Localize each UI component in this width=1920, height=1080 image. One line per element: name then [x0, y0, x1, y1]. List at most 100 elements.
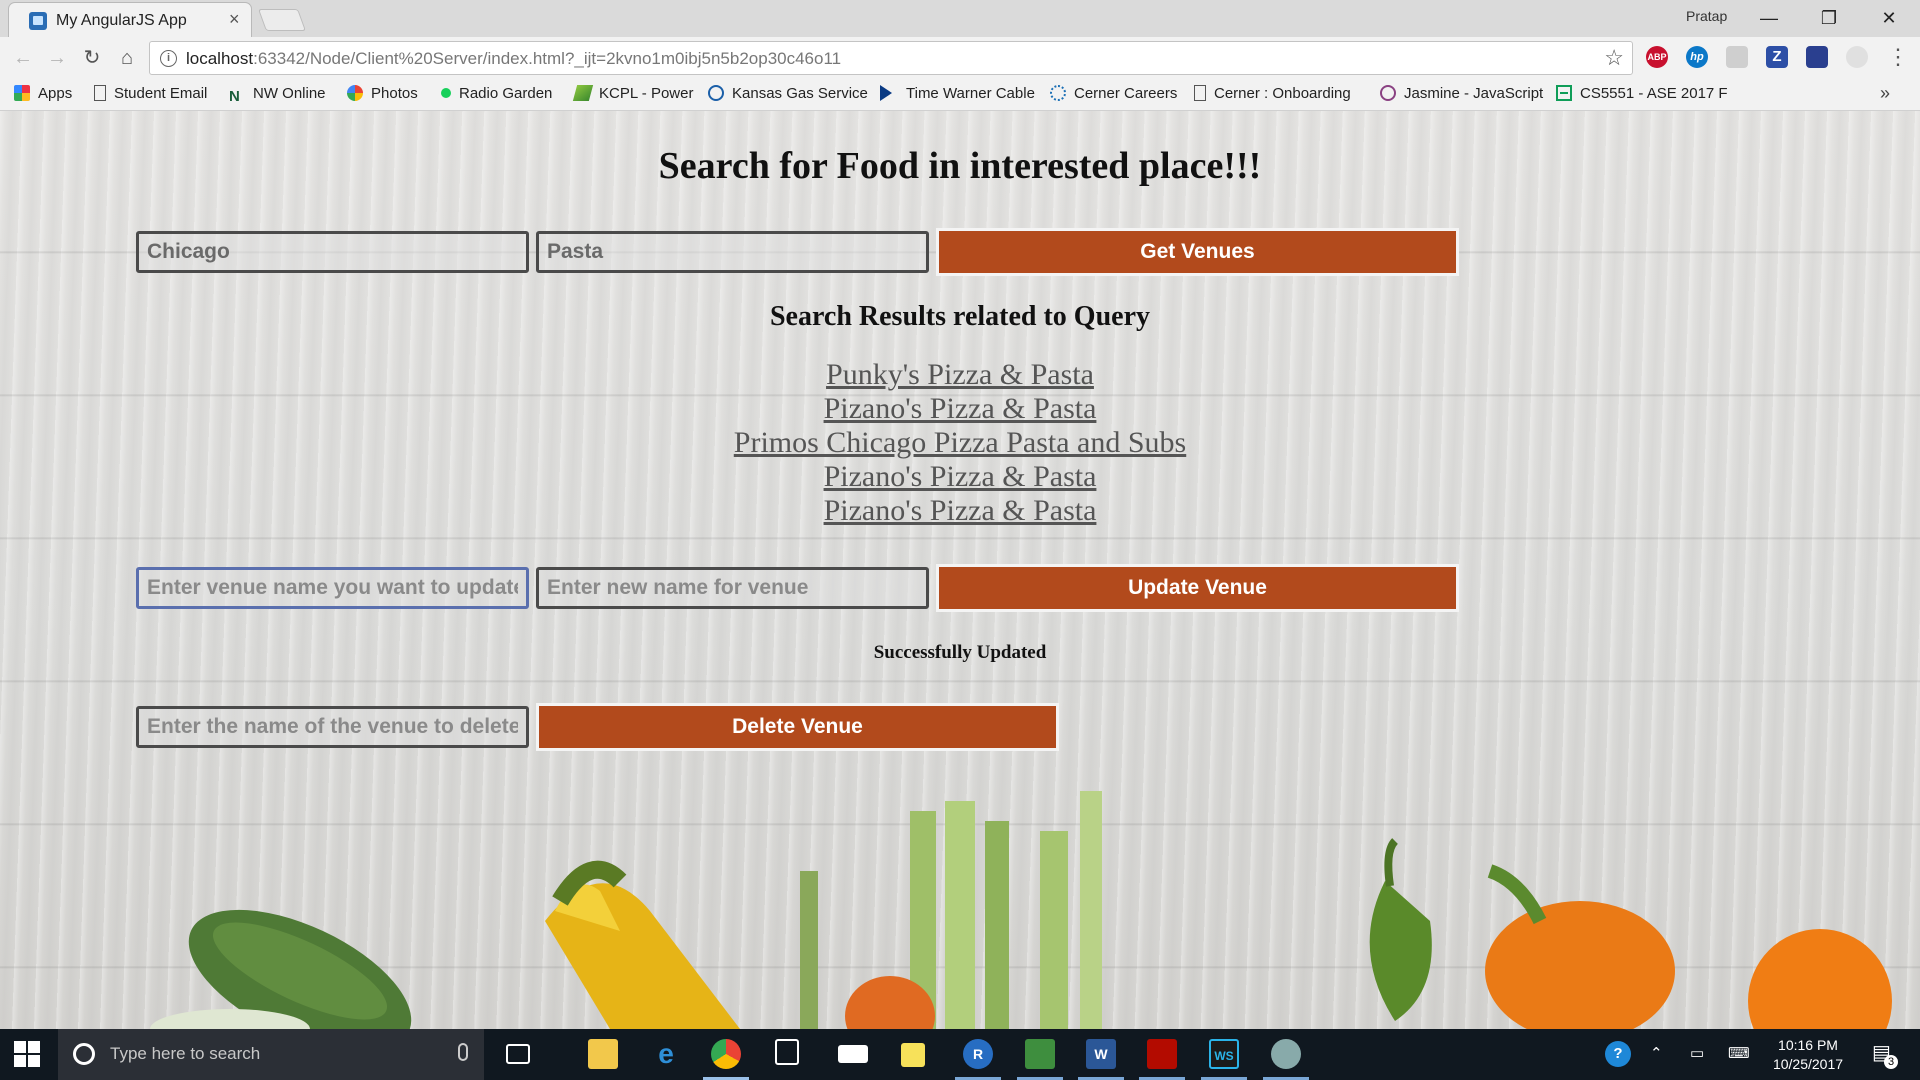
- restore-button[interactable]: ❐: [1806, 4, 1852, 32]
- minimize-button[interactable]: —: [1746, 4, 1792, 32]
- address-bar[interactable]: i localhost:63342/Node/Client%20Server/i…: [149, 41, 1633, 75]
- file-explorer-icon[interactable]: [588, 1039, 618, 1069]
- browser-tab[interactable]: My AngularJS App ×: [8, 2, 252, 37]
- results-list: Punky's Pizza & Pasta Pizano's Pizza & P…: [0, 358, 1920, 528]
- microphone-icon[interactable]: [458, 1043, 468, 1061]
- bookmark-nw-online[interactable]: N NW Online: [229, 85, 326, 105]
- bookmark-kcpl[interactable]: KCPL - Power: [572, 85, 694, 102]
- page-content: Search for Food in interested place!!! G…: [0, 111, 1920, 1029]
- chrome-icon[interactable]: [711, 1039, 741, 1069]
- help-icon[interactable]: ?: [1605, 1041, 1631, 1067]
- battery-icon[interactable]: ▭: [1690, 1044, 1704, 1062]
- bookmarks-overflow-icon[interactable]: »: [1880, 83, 1890, 104]
- tab-close-icon[interactable]: ×: [229, 9, 240, 30]
- reload-icon[interactable]: ↻: [79, 45, 105, 71]
- task-view-icon[interactable]: [506, 1044, 530, 1064]
- keyboard-icon[interactable]: ⌨: [1728, 1044, 1750, 1062]
- chevron-up-icon[interactable]: ⌃: [1650, 1044, 1663, 1062]
- apps-grid-icon: [14, 85, 30, 101]
- bookmark-label: Photos: [371, 85, 418, 102]
- zotero-icon[interactable]: Z: [1766, 46, 1788, 68]
- bookmark-photos[interactable]: Photos: [347, 85, 418, 102]
- kcpl-icon: [572, 85, 594, 101]
- acrobat-icon[interactable]: [1147, 1039, 1177, 1069]
- bookmarks-bar: Apps Student Email N NW Online Photos Rad…: [0, 79, 1920, 111]
- result-link[interactable]: Pizano's Pizza & Pasta: [0, 494, 1920, 528]
- result-link[interactable]: Pizano's Pizza & Pasta: [0, 460, 1920, 494]
- forward-arrow-icon[interactable]: →: [44, 45, 70, 71]
- adblock-plus-icon[interactable]: ABP: [1646, 46, 1668, 68]
- bookmark-jasmine[interactable]: Jasmine - JavaScript: [1380, 85, 1543, 102]
- chrome-menu-icon[interactable]: ⋮: [1887, 45, 1909, 69]
- page-icon: [1194, 85, 1206, 101]
- system-clock[interactable]: 10:16 PM 10/25/2017: [1768, 1036, 1848, 1074]
- nw-icon: N: [229, 88, 240, 105]
- bookmark-star-icon[interactable]: ☆: [1604, 45, 1624, 71]
- bookmark-label: CS5551 - ASE 2017 F: [1580, 85, 1728, 102]
- bookmark-label: NW Online: [253, 85, 326, 102]
- r-icon[interactable]: R: [963, 1039, 993, 1069]
- home-icon[interactable]: ⌂: [114, 45, 140, 71]
- delete-venue-button[interactable]: Delete Venue: [536, 703, 1059, 751]
- sheets-icon: [1556, 85, 1572, 101]
- mail-icon[interactable]: [838, 1045, 868, 1063]
- page-icon: [94, 85, 106, 101]
- browser-toolbar: ← → ↻ ⌂ i localhost:63342/Node/Client%20…: [0, 37, 1920, 79]
- url-text: localhost:63342/Node/Client%20Server/ind…: [186, 49, 841, 69]
- get-venues-button[interactable]: Get Venues: [936, 228, 1459, 276]
- paint-icon[interactable]: [1271, 1039, 1301, 1069]
- bookmark-student-email[interactable]: Student Email: [94, 85, 207, 102]
- store-icon[interactable]: [775, 1039, 799, 1065]
- extension-circle-icon[interactable]: [1846, 46, 1868, 68]
- info-icon[interactable]: i: [160, 50, 177, 67]
- bookmark-label: Time Warner Cable: [906, 85, 1035, 102]
- bookmark-time-warner[interactable]: Time Warner Cable: [880, 85, 1035, 102]
- bookmark-cerner-onboarding[interactable]: Cerner : Onboarding: [1194, 85, 1351, 102]
- url-host: localhost: [186, 49, 254, 68]
- bookmark-label: KCPL - Power: [599, 85, 694, 102]
- location-input[interactable]: [136, 231, 529, 273]
- status-message: Successfully Updated: [873, 642, 1047, 663]
- windows-start-icon[interactable]: [14, 1041, 40, 1067]
- food-query-input[interactable]: [536, 231, 929, 273]
- result-link[interactable]: Primos Chicago Pizza Pasta and Subs: [0, 426, 1920, 460]
- bookmark-label: Jasmine - JavaScript: [1404, 85, 1544, 102]
- r-studio-icon[interactable]: [1025, 1039, 1055, 1069]
- extension-icon[interactable]: [1806, 46, 1828, 68]
- delete-venue-name-input[interactable]: [136, 706, 529, 748]
- tab-title: My AngularJS App: [56, 12, 187, 29]
- webstorm-icon[interactable]: WS: [1209, 1039, 1239, 1069]
- update-venue-button[interactable]: Update Venue: [936, 564, 1459, 612]
- windows-taskbar: Type here to search e R W WS ? ⌃ ▭ ⌨ 10:…: [0, 1029, 1920, 1080]
- bookmark-cerner-careers[interactable]: Cerner Careers: [1050, 85, 1177, 102]
- photos-icon: [347, 85, 363, 101]
- bookmark-kansas-gas[interactable]: Kansas Gas Service: [708, 85, 868, 102]
- browser-tabstrip: My AngularJS App × Pratap — ❐ ✕: [0, 0, 1920, 37]
- bookmark-label: Cerner : Onboarding: [1214, 85, 1351, 102]
- profile-name[interactable]: Pratap: [1686, 8, 1727, 24]
- edge-icon[interactable]: e: [651, 1039, 681, 1069]
- new-venue-name-input[interactable]: [536, 567, 929, 609]
- radio-garden-icon: [441, 88, 451, 98]
- kansas-gas-icon: [708, 85, 724, 101]
- new-tab-button[interactable]: [257, 9, 307, 31]
- back-arrow-icon[interactable]: ←: [10, 45, 36, 71]
- result-link[interactable]: Punky's Pizza & Pasta: [0, 358, 1920, 392]
- bookmark-label: Radio Garden: [459, 85, 553, 102]
- result-link[interactable]: Pizano's Pizza & Pasta: [0, 392, 1920, 426]
- bookmark-cs5551[interactable]: CS5551 - ASE 2017 F: [1556, 85, 1728, 102]
- taskbar-search[interactable]: Type here to search: [58, 1029, 484, 1080]
- angularjs-app-icon: [29, 12, 47, 30]
- notification-badge: 3: [1884, 1055, 1898, 1069]
- bookmark-radio-garden[interactable]: Radio Garden: [441, 85, 552, 102]
- results-heading: Search Results related to Query: [769, 301, 1151, 332]
- old-venue-name-input[interactable]: [136, 567, 529, 609]
- bookmark-label: Kansas Gas Service: [732, 85, 868, 102]
- pdf-extension-icon[interactable]: [1726, 46, 1748, 68]
- word-icon[interactable]: W: [1086, 1039, 1116, 1069]
- sticky-notes-icon[interactable]: [901, 1043, 925, 1067]
- hp-icon[interactable]: hp: [1686, 46, 1708, 68]
- close-window-button[interactable]: ✕: [1866, 4, 1912, 32]
- bookmark-apps[interactable]: Apps: [14, 85, 72, 102]
- taskbar-search-placeholder: Type here to search: [110, 1044, 261, 1063]
